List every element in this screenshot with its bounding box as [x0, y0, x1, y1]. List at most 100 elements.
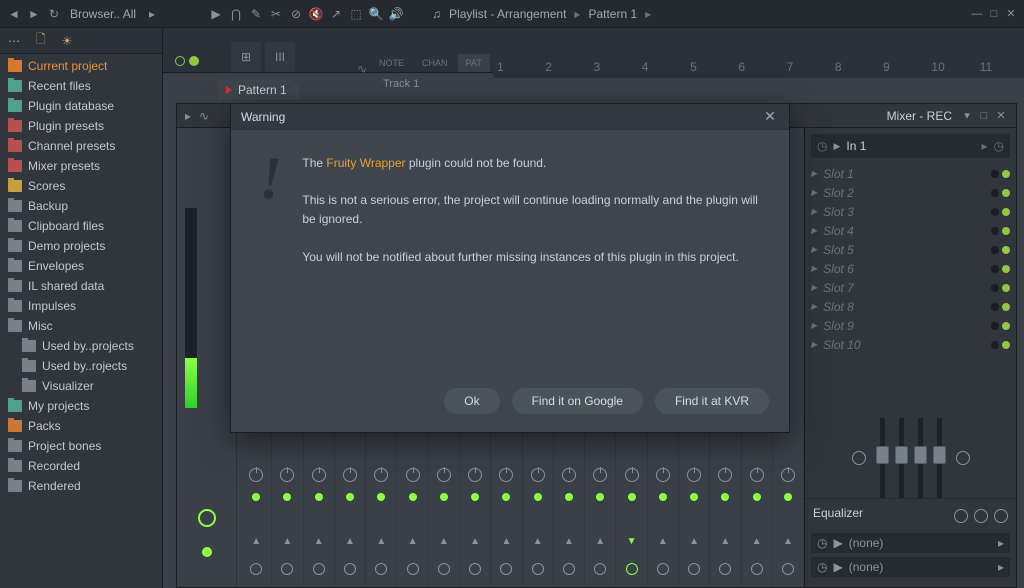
pan-knob[interactable] [312, 468, 326, 482]
pan-knob[interactable] [625, 468, 639, 482]
send-knob[interactable] [438, 563, 450, 575]
eq-knob[interactable] [954, 509, 968, 523]
sidebar-item[interactable]: Used by..rojects [0, 356, 162, 376]
slot-led[interactable] [991, 303, 999, 311]
sidebar-item[interactable]: Impulses [0, 296, 162, 316]
master-pan-knob[interactable] [198, 509, 216, 527]
mute-led[interactable] [252, 493, 260, 501]
route-arrow-icon[interactable]: ▲ [345, 536, 355, 547]
route-arrow-icon[interactable]: ▲ [282, 536, 292, 547]
refresh-icon[interactable]: ↻ [46, 6, 62, 22]
mixer-master-strip[interactable] [177, 128, 237, 587]
mute-led[interactable] [377, 493, 385, 501]
effect-slot[interactable]: ▶Slot 6 [811, 259, 1010, 278]
sidebar-item[interactable]: Demo projects [0, 236, 162, 256]
new-folder-icon[interactable]: 🗋 [36, 30, 46, 51]
sidebar-item[interactable]: IL shared data [0, 276, 162, 296]
mute-led[interactable] [565, 493, 573, 501]
send-knob[interactable] [688, 563, 700, 575]
minimize-icon[interactable]: — [970, 7, 984, 21]
effect-slot[interactable]: ▶Slot 8 [811, 297, 1010, 316]
pan-knob[interactable] [437, 468, 451, 482]
slot-led[interactable] [1002, 208, 1010, 216]
slot-led[interactable] [991, 284, 999, 292]
sidebar-item[interactable]: Recorded [0, 456, 162, 476]
pan-knob[interactable] [531, 468, 545, 482]
mute-led[interactable] [534, 493, 542, 501]
tool-select-icon[interactable]: ⬚ [348, 6, 364, 22]
send-knob[interactable] [469, 563, 481, 575]
pan-knob[interactable] [656, 468, 670, 482]
slot-led[interactable] [991, 265, 999, 273]
route-arrow-icon[interactable]: ▲ [564, 536, 574, 547]
slot-led[interactable] [991, 246, 999, 254]
mute-led[interactable] [753, 493, 761, 501]
effect-slot[interactable]: ▶Slot 9 [811, 316, 1010, 335]
track-label[interactable]: Track 1 [383, 78, 419, 90]
route-arrow-icon[interactable]: ▲ [720, 536, 730, 547]
tool-zoom-icon[interactable]: 🔍 [368, 6, 384, 22]
slot-led[interactable] [1002, 246, 1010, 254]
close-icon[interactable]: ✕ [1004, 7, 1018, 21]
pan-knob[interactable] [374, 468, 388, 482]
slot-led[interactable] [991, 341, 999, 349]
send-knob[interactable] [657, 563, 669, 575]
sidebar-item[interactable]: Channel presets [0, 136, 162, 156]
sidebar-item[interactable]: Current project [0, 56, 162, 76]
slot-led[interactable] [1002, 341, 1010, 349]
pan-knob[interactable] [406, 468, 420, 482]
tool-play-icon[interactable]: 🔊 [388, 6, 404, 22]
sidebar-item[interactable]: Packs [0, 416, 162, 436]
tool-stamp-icon[interactable]: ⊘ [288, 6, 304, 22]
send-knob[interactable] [532, 563, 544, 575]
sidebar-item[interactable]: Used by..projects [0, 336, 162, 356]
route-arrow-icon[interactable]: ▲ [314, 536, 324, 547]
route-arrow-icon[interactable]: ▲ [251, 536, 261, 547]
effect-slot[interactable]: ▶Slot 4 [811, 221, 1010, 240]
dialog-close-icon[interactable]: ✕ [761, 108, 779, 125]
mute-led[interactable] [315, 493, 323, 501]
route-arrow-icon[interactable]: ▲ [533, 536, 543, 547]
slot-led[interactable] [1002, 303, 1010, 311]
mute-led[interactable] [784, 493, 792, 501]
slot-led[interactable] [1002, 322, 1010, 330]
send-knob[interactable] [281, 563, 293, 575]
send-fader[interactable] [937, 418, 942, 498]
sidebar-item[interactable]: Misc [0, 316, 162, 336]
collapse-icon[interactable]: ⋯ [8, 34, 20, 48]
route-arrow-icon[interactable]: ▲ [658, 536, 668, 547]
playlist-pattern[interactable]: Pattern 1 [588, 7, 637, 21]
pan-knob[interactable] [343, 468, 357, 482]
route-arrow-icon[interactable]: ▲ [408, 536, 418, 547]
sidebar-item[interactable]: Project bones [0, 436, 162, 456]
mixer-output-2[interactable]: ◷ ▶ (none) ▸ [811, 557, 1010, 577]
mute-led[interactable] [628, 493, 636, 501]
slot-led[interactable] [1002, 284, 1010, 292]
eq-knob[interactable] [994, 509, 1008, 523]
sidebar-item[interactable]: Recent files [0, 76, 162, 96]
slot-led[interactable] [991, 170, 999, 178]
sidebar-item[interactable]: Rendered [0, 476, 162, 496]
sidebar-item[interactable]: Plugin presets [0, 116, 162, 136]
send-knob[interactable] [250, 563, 262, 575]
tool-magnet-icon[interactable]: ✎ [248, 6, 264, 22]
send-fader[interactable] [880, 418, 885, 498]
timeline-ruler[interactable]: 1234567891011 [493, 56, 1024, 78]
send-knob[interactable] [407, 563, 419, 575]
nav-fwd-icon[interactable]: ► [26, 6, 42, 22]
led-icon[interactable] [189, 56, 199, 66]
mixer-min-icon[interactable]: ▾ [960, 109, 974, 123]
sidebar-item[interactable]: Backup [0, 196, 162, 216]
slot-led[interactable] [1002, 265, 1010, 273]
mixer-output-1[interactable]: ◷ ▶ (none) ▸ [811, 533, 1010, 553]
tool-mute-icon[interactable]: 🔇 [308, 6, 324, 22]
sidebar-item[interactable]: My projects [0, 396, 162, 416]
pattern-tab[interactable]: Pattern 1 [218, 80, 299, 100]
ok-button[interactable]: Ok [444, 388, 499, 414]
mute-led[interactable] [596, 493, 604, 501]
route-arrow-icon[interactable]: ▲ [470, 536, 480, 547]
find-kvr-button[interactable]: Find it at KVR [655, 388, 769, 414]
tool-brush-icon[interactable]: ✂ [268, 6, 284, 22]
tab-pat[interactable]: PAT [458, 54, 490, 72]
led-icon[interactable] [175, 56, 185, 66]
